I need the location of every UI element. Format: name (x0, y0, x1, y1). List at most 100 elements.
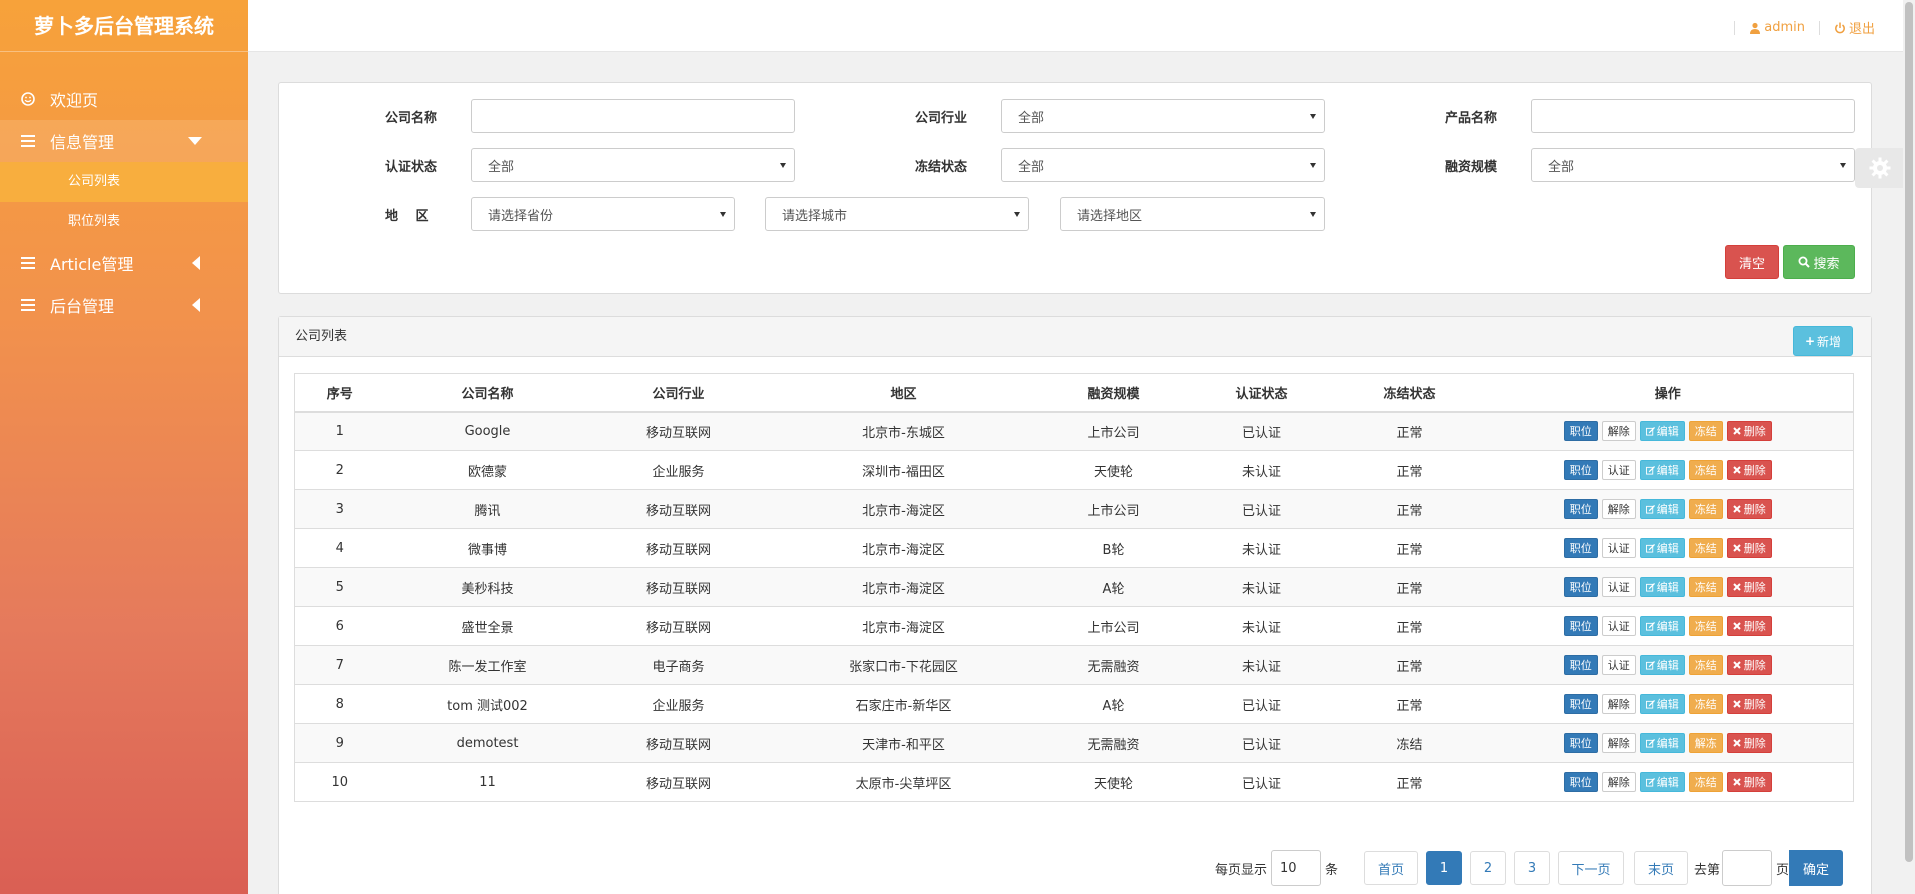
job-button[interactable]: 职位 (1563, 538, 1598, 558)
settings-toggle[interactable] (1855, 148, 1905, 188)
freeze-toggle-button[interactable]: 冻结 (1688, 655, 1723, 675)
freeze-toggle-button[interactable]: 冻结 (1688, 421, 1723, 442)
edit-button[interactable]: 编辑 (1639, 655, 1685, 675)
job-button[interactable]: 职位 (1563, 460, 1598, 480)
logout-link[interactable]: 退出 (1834, 18, 1875, 37)
edit-button[interactable]: 编辑 (1639, 577, 1685, 597)
cell-no: 4 (294, 528, 385, 568)
delete-button[interactable]: 删除 (1726, 616, 1772, 636)
row-actions: 职位 解除 编辑 解冻 删除 (1563, 733, 1772, 753)
user-link[interactable]: admin (1749, 20, 1805, 35)
edit-button[interactable]: 编辑 (1639, 772, 1685, 792)
delete-button[interactable]: 删除 (1726, 577, 1772, 597)
caret-left-icon (192, 298, 200, 312)
freeze-status-select[interactable]: 全部 (1001, 148, 1325, 182)
delete-label: 删除 (1743, 464, 1766, 477)
delete-button[interactable]: 删除 (1726, 772, 1772, 792)
goto-confirm-button[interactable]: 确定 (1789, 850, 1844, 886)
cell-region: 北京市-海淀区 (766, 606, 1041, 646)
freeze-toggle-button[interactable]: 解冻 (1688, 733, 1723, 753)
sidebar-item-info-management[interactable]: 信息管理 (0, 120, 248, 162)
delete-button[interactable]: 删除 (1726, 694, 1772, 714)
auth-toggle-button[interactable]: 认证 (1601, 616, 1636, 636)
freeze-toggle-button[interactable]: 冻结 (1688, 460, 1723, 480)
first-page-button[interactable]: 首页 (1364, 851, 1419, 885)
delete-button[interactable]: 删除 (1726, 733, 1772, 753)
edit-button[interactable]: 编辑 (1639, 733, 1685, 753)
company-name-input[interactable] (471, 99, 795, 133)
edit-icon (1645, 660, 1655, 670)
product-name-input[interactable] (1531, 99, 1855, 133)
cell-industry: 移动互联网 (590, 528, 767, 568)
add-button[interactable]: + 新增 (1793, 326, 1853, 356)
auth-toggle-button[interactable]: 认证 (1601, 577, 1636, 597)
auth-toggle-button[interactable]: 解除 (1601, 694, 1636, 714)
industry-select[interactable]: 全部 (1001, 99, 1325, 133)
freeze-toggle-button[interactable]: 冻结 (1688, 616, 1723, 636)
freeze-toggle-button[interactable]: 冻结 (1688, 499, 1723, 519)
freeze-toggle-button[interactable]: 冻结 (1688, 694, 1723, 714)
freeze-toggle-button[interactable]: 冻结 (1688, 538, 1723, 558)
auth-toggle-button[interactable]: 解除 (1601, 421, 1636, 442)
funding-select[interactable]: 全部 (1531, 148, 1855, 182)
cell-region: 天津市-和平区 (766, 723, 1041, 763)
page-1-button[interactable]: 1 (1426, 851, 1463, 885)
page-2-button[interactable]: 2 (1470, 851, 1507, 885)
freeze-toggle-button[interactable]: 冻结 (1688, 577, 1723, 597)
auth-toggle-button[interactable]: 解除 (1601, 499, 1636, 519)
col-header-freeze: 冻结状态 (1336, 373, 1483, 413)
auth-toggle-button[interactable]: 解除 (1601, 772, 1636, 792)
close-icon (1733, 583, 1741, 591)
delete-button[interactable]: 删除 (1726, 538, 1772, 558)
close-icon (1733, 466, 1741, 474)
page-3-button[interactable]: 3 (1514, 851, 1551, 885)
job-button[interactable]: 职位 (1563, 616, 1598, 636)
delete-button[interactable]: 删除 (1726, 499, 1772, 519)
sidebar-subitem-company-list[interactable]: 公司列表 (0, 162, 248, 202)
scrollbar-thumb[interactable] (1905, 2, 1913, 862)
delete-button[interactable]: 删除 (1726, 421, 1772, 442)
delete-label: 删除 (1743, 620, 1766, 633)
job-button[interactable]: 职位 (1563, 772, 1598, 792)
job-button[interactable]: 职位 (1563, 694, 1598, 714)
next-page-button[interactable]: 下一页 (1558, 851, 1625, 885)
freeze-toggle-button[interactable]: 冻结 (1688, 772, 1723, 792)
auth-status-select[interactable]: 全部 (471, 148, 795, 182)
auth-toggle-button[interactable]: 认证 (1601, 460, 1636, 480)
delete-button[interactable]: 删除 (1726, 655, 1772, 675)
job-button[interactable]: 职位 (1563, 421, 1598, 442)
cell-funding: B轮 (1040, 528, 1187, 568)
auth-toggle-button[interactable]: 认证 (1601, 655, 1636, 675)
province-select[interactable]: 请选择省份 (471, 197, 735, 231)
edit-button[interactable]: 编辑 (1639, 538, 1685, 558)
job-button[interactable]: 职位 (1563, 499, 1598, 519)
cell-no: 1 (294, 411, 385, 451)
auth-toggle-button[interactable]: 认证 (1601, 538, 1636, 558)
sidebar-item-admin-management[interactable]: 后台管理 (0, 284, 248, 326)
edit-button[interactable]: 编辑 (1639, 421, 1685, 442)
scrollbar[interactable] (1903, 0, 1915, 894)
city-select[interactable]: 请选择城市 (765, 197, 1029, 231)
edit-button[interactable]: 编辑 (1639, 616, 1685, 636)
edit-button[interactable]: 编辑 (1639, 499, 1685, 519)
edit-button[interactable]: 编辑 (1639, 460, 1685, 480)
search-button[interactable]: 搜索 (1783, 245, 1855, 279)
col-header-ops: 操作 (1482, 373, 1854, 413)
edit-button[interactable]: 编辑 (1639, 694, 1685, 714)
table-row: 4 微事博 移动互联网 北京市-海淀区 B轮 未认证 正常 职位 认证 编辑 冻结 删除 (294, 528, 1854, 568)
job-button[interactable]: 职位 (1563, 577, 1598, 597)
auth-toggle-button[interactable]: 解除 (1601, 733, 1636, 753)
delete-button[interactable]: 删除 (1726, 460, 1772, 480)
cell-industry: 移动互联网 (590, 762, 767, 802)
sidebar-subitem-job-list[interactable]: 职位列表 (0, 202, 248, 242)
job-button[interactable]: 职位 (1563, 655, 1598, 675)
clear-button[interactable]: 清空 (1725, 245, 1779, 279)
district-select[interactable]: 请选择地区 (1060, 197, 1325, 231)
cell-no: 6 (294, 606, 385, 646)
sidebar-item-welcome[interactable]: 欢迎页 (0, 78, 248, 120)
per-page-input[interactable]: 10 (1271, 850, 1322, 886)
goto-page-input[interactable] (1722, 850, 1773, 886)
last-page-button[interactable]: 末页 (1634, 851, 1689, 885)
sidebar-item-article-management[interactable]: Article管理 (0, 242, 248, 284)
job-button[interactable]: 职位 (1563, 733, 1598, 753)
